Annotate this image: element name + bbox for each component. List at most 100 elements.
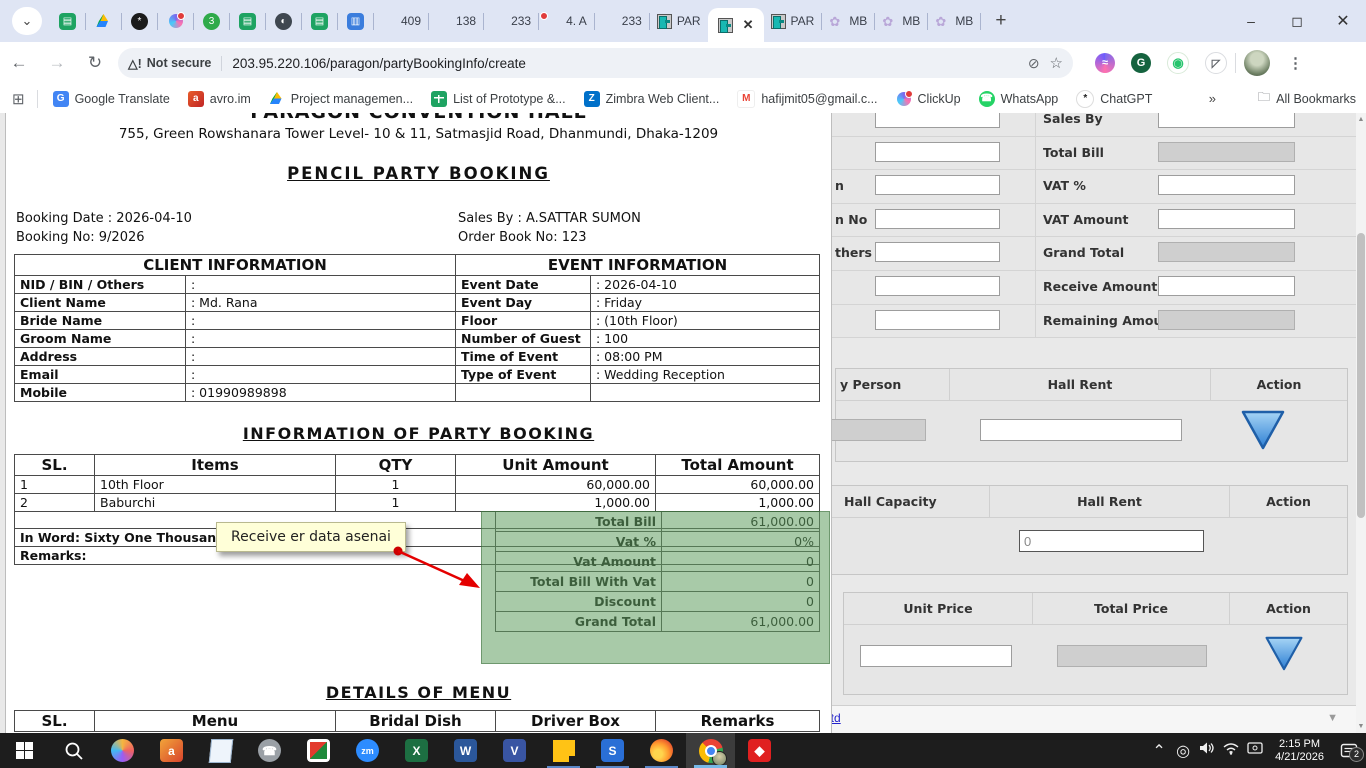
word-icon[interactable]: W	[441, 733, 490, 768]
tab-8[interactable]: ✿MB	[822, 4, 874, 38]
tab-2[interactable]: 138	[429, 4, 483, 38]
tab-4[interactable]: 4. A	[539, 4, 594, 38]
dropdown-triangle-icon[interactable]	[1240, 409, 1286, 455]
pinned-tab-chatgpt-icon[interactable]: *	[131, 13, 148, 30]
search-button[interactable]	[49, 733, 98, 768]
dropdown-triangle-icon[interactable]	[1264, 635, 1304, 676]
bookmark-gmail[interactable]: Mhafijmit05@gmail.c...	[737, 90, 877, 108]
bookmark-list-of-prototype[interactable]: List of Prototype &...	[431, 91, 566, 107]
active-tab[interactable]: ✕	[708, 8, 764, 42]
pinned-tab-monica-icon[interactable]	[167, 13, 184, 30]
minimize-button[interactable]: –	[1228, 13, 1274, 29]
bookmark-clickup[interactable]: ClickUp	[896, 91, 961, 107]
profile-avatar[interactable]	[1244, 50, 1270, 76]
hall-rent-input[interactable]	[980, 419, 1182, 441]
anydesk-icon[interactable]: ◆	[735, 733, 784, 768]
monica-extension-icon[interactable]: ≈	[1095, 53, 1115, 73]
unit-price-input[interactable]	[860, 645, 1012, 667]
clock[interactable]: 2:15 PM 4/21/2026	[1275, 738, 1324, 764]
firefox-icon[interactable]	[637, 733, 686, 768]
eye-extension-icon[interactable]: ◉	[1167, 52, 1189, 74]
excel-icon[interactable]: X	[392, 733, 441, 768]
left-input[interactable]	[875, 175, 1000, 195]
pinned-tab-sheets-icon[interactable]: ▤	[311, 13, 328, 30]
left-input[interactable]	[875, 113, 1000, 128]
reload-icon[interactable]: ↻	[76, 53, 114, 73]
bookmark-chatgpt[interactable]: *ChatGPT	[1076, 90, 1152, 108]
avro-keyboard-icon[interactable]: a	[147, 733, 196, 768]
address-bar[interactable]: △! Not secure 203.95.220.106/paragon/par…	[118, 48, 1073, 78]
pinned-tab-sheets-icon[interactable]: ▤	[239, 13, 256, 30]
sticky-notes-icon[interactable]	[539, 733, 588, 768]
tab-search-chevron-icon[interactable]: ⌄	[12, 7, 42, 35]
wifi-icon[interactable]	[1219, 742, 1243, 760]
close-tab-icon[interactable]: ✕	[743, 17, 754, 33]
zoom-icon[interactable]: zm	[343, 733, 392, 768]
whatsapp-desktop-icon[interactable]: ☎	[245, 733, 294, 768]
bookmark-project-management[interactable]: Project managemen...	[269, 91, 413, 107]
scroll-up-icon[interactable]: ▲	[1356, 116, 1366, 123]
new-tab-button[interactable]: +	[995, 10, 1006, 32]
notepad-icon[interactable]	[196, 733, 245, 768]
tab-1[interactable]: 409	[374, 4, 428, 38]
pinned-tab-globe-icon[interactable]: ◐	[275, 13, 292, 30]
grammarly-extension-icon[interactable]: G	[1131, 53, 1151, 73]
s-app-icon[interactable]: S	[588, 733, 637, 768]
bookmark-google-translate[interactable]: GGoogle Translate	[53, 91, 170, 107]
pinned-tab-sheets-icon[interactable]: ▤	[59, 13, 76, 30]
scrollbar-thumb[interactable]	[1357, 233, 1365, 518]
receive-amount-input[interactable]	[1158, 276, 1295, 296]
back-icon[interactable]: ←	[0, 53, 38, 73]
tab-6[interactable]: PAR	[650, 4, 708, 38]
bookmark-zimbra[interactable]: ZZimbra Web Client...	[584, 91, 720, 107]
forward-icon[interactable]: →	[38, 53, 76, 73]
tab-3[interactable]: 233	[484, 4, 538, 38]
hall-rent-input-2[interactable]	[1019, 530, 1204, 552]
visio-icon[interactable]: V	[490, 733, 539, 768]
left-input[interactable]	[875, 276, 1000, 296]
left-input[interactable]	[875, 142, 1000, 162]
tab-7[interactable]: PAR	[764, 4, 822, 38]
apps-grid-icon[interactable]: ⊞	[12, 90, 25, 108]
left-input[interactable]	[875, 209, 1000, 229]
scroll-down-icon[interactable]: ▼	[1356, 723, 1366, 730]
browser-tab-strip: ⌄ ▤ * 3 ▤ ◐ ▤ ▥ 409 138 233 4. A 233 PAR…	[0, 0, 1366, 42]
pinned-tab-docs-icon[interactable]: ▥	[347, 13, 364, 30]
sales-by-input[interactable]	[1158, 113, 1295, 128]
vertical-scrollbar[interactable]: ▲ ▼	[1356, 113, 1366, 733]
bijoy-icon[interactable]	[294, 733, 343, 768]
tab-5[interactable]: 233	[595, 4, 649, 38]
maximize-button[interactable]: ◻	[1274, 13, 1320, 30]
tab-9[interactable]: ✿MB	[875, 4, 927, 38]
start-button[interactable]	[0, 733, 49, 768]
vat-percent-input[interactable]	[1158, 175, 1295, 195]
vat-amount-input[interactable]	[1158, 209, 1295, 229]
column-header: Hall Rent	[950, 369, 1211, 400]
zoom-page-icon[interactable]: ⊘	[1028, 55, 1040, 72]
all-bookmarks[interactable]: 🗀 All Bookmarks	[1258, 88, 1356, 109]
column-header: Remarks	[656, 711, 820, 732]
left-input[interactable]	[875, 242, 1000, 262]
bookmark-whatsapp[interactable]: ☎WhatsApp	[979, 91, 1059, 107]
chrome-icon[interactable]	[686, 733, 735, 768]
extensions-puzzle-icon[interactable]: ◸	[1205, 52, 1227, 74]
pinned-tab-3cx-icon[interactable]: 3	[203, 13, 220, 30]
menu-kebab-icon[interactable]: ⋮	[1288, 54, 1303, 72]
pinned-tab-drive-icon[interactable]	[95, 13, 112, 30]
bookmark-star-icon[interactable]: ☆	[1050, 54, 1063, 72]
summary-row: Total Bill61,000.00	[496, 512, 820, 532]
column-header: Driver Box	[496, 711, 656, 732]
tab-10[interactable]: ✿MB	[928, 4, 980, 38]
security-chip[interactable]: △! Not secure	[128, 56, 222, 71]
left-input[interactable]	[875, 310, 1000, 330]
record-icon[interactable]: ◎	[1171, 741, 1195, 761]
action-center-icon[interactable]: 2	[1332, 743, 1366, 759]
volume-icon[interactable]	[1195, 741, 1219, 760]
bookmark-avro[interactable]: aavro.im	[188, 91, 251, 107]
close-window-button[interactable]: ✕	[1320, 11, 1366, 31]
bookmarks-overflow-chevron[interactable]: »	[1209, 91, 1216, 106]
form-row-remaining-amount: Remaining Amount	[760, 305, 1356, 339]
tray-chevron-icon[interactable]: ⌃	[1147, 741, 1171, 761]
copilot-icon[interactable]	[98, 733, 147, 768]
cast-icon[interactable]	[1243, 742, 1267, 760]
